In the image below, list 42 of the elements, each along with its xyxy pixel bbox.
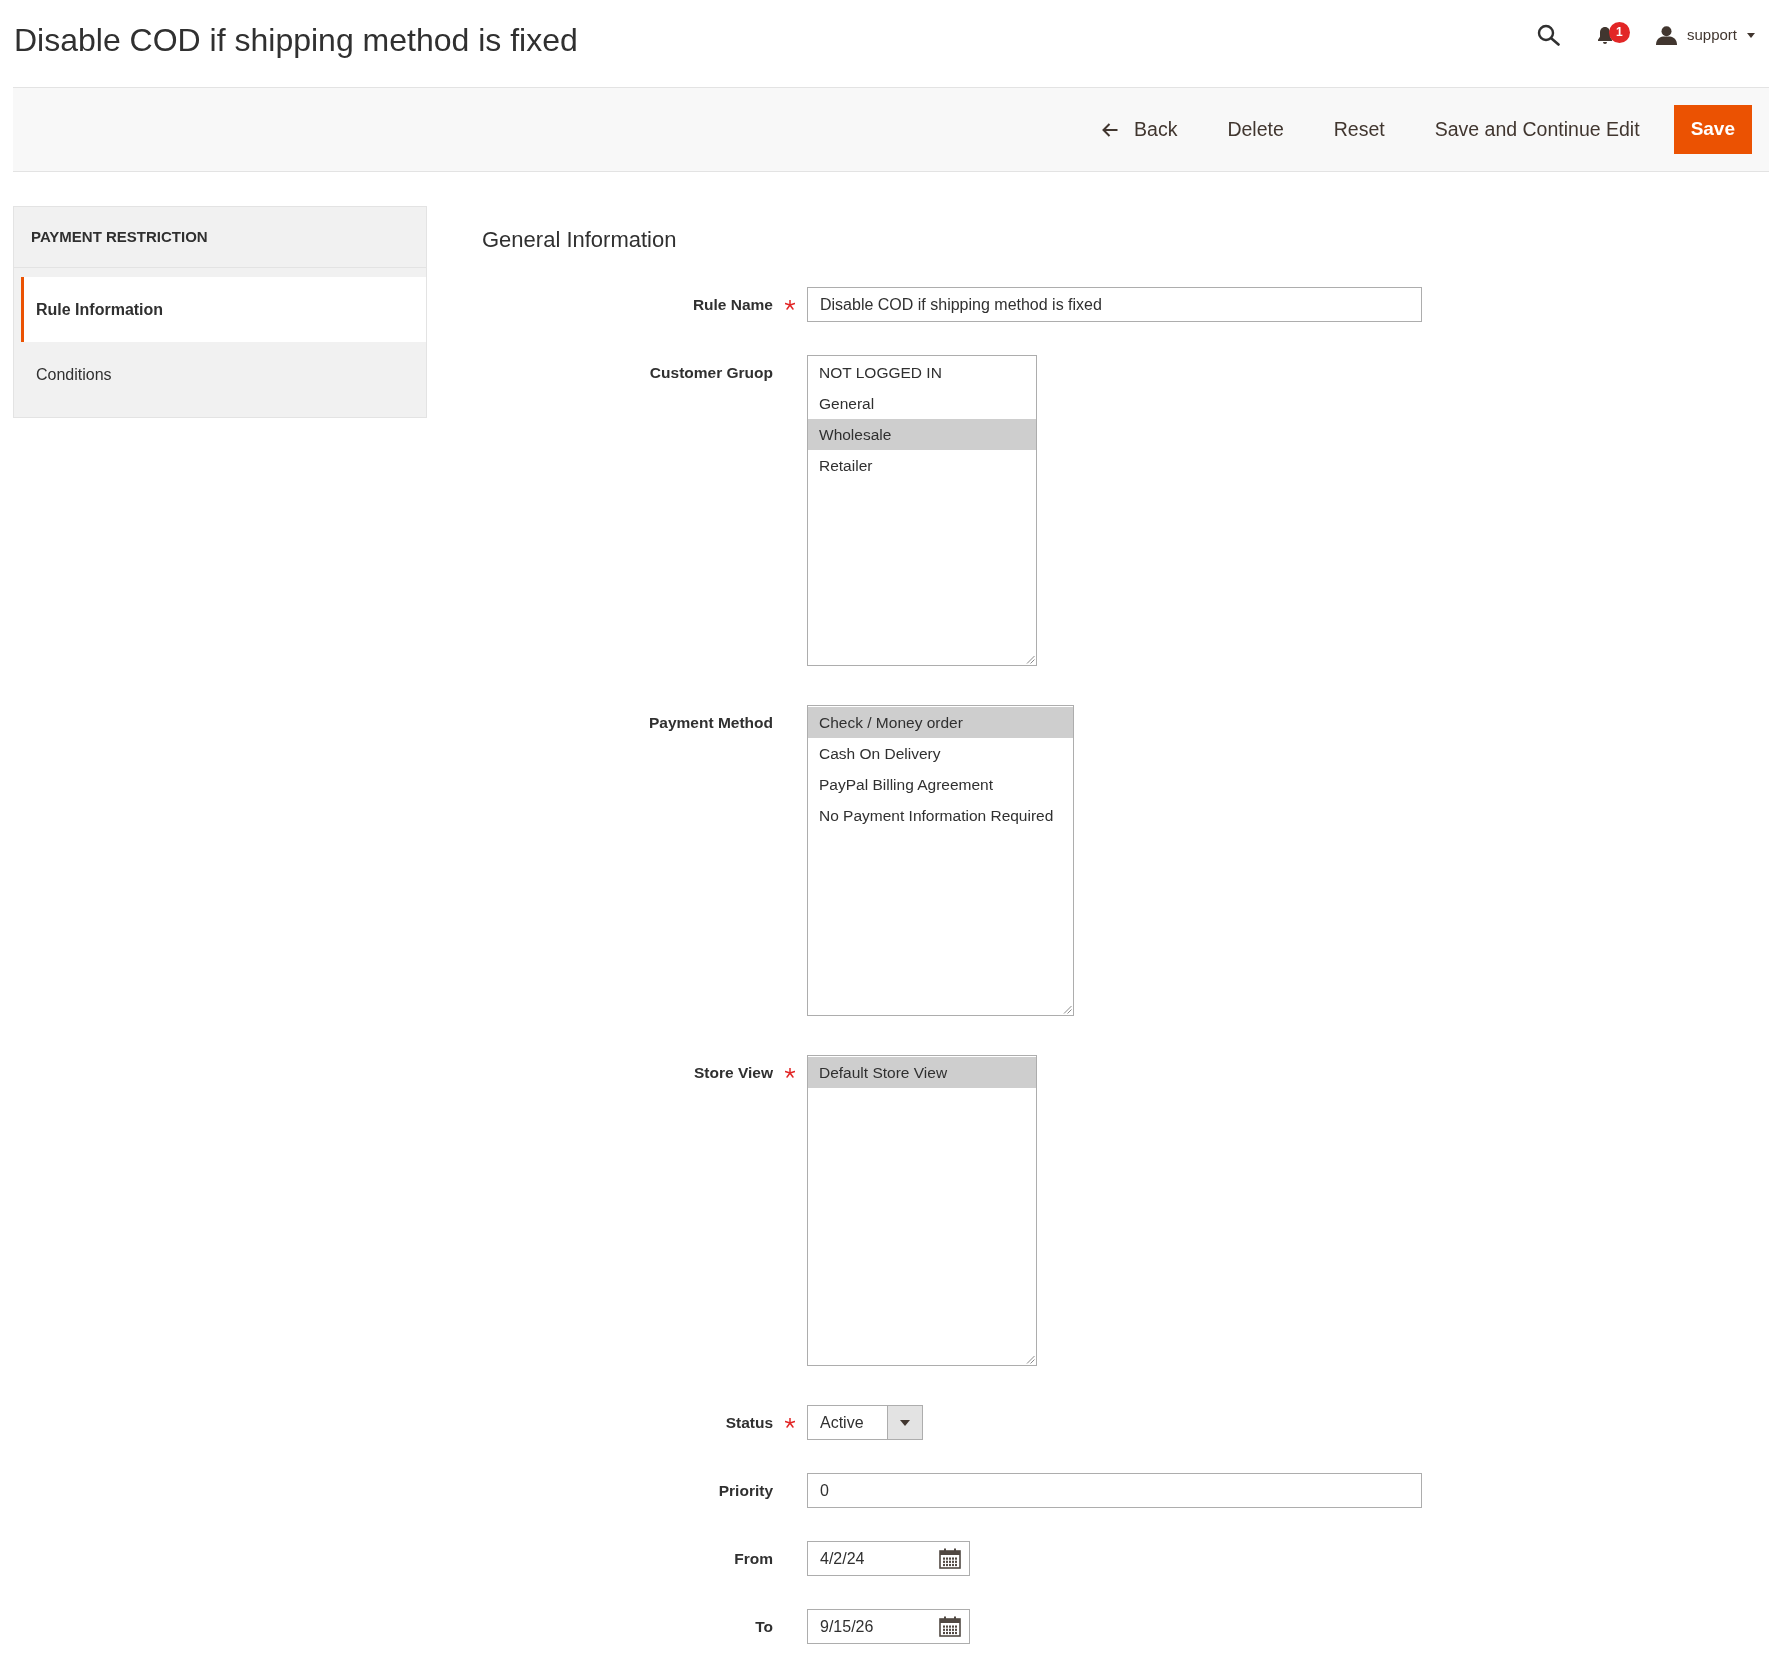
field-label: Store View [694, 1062, 773, 1083]
resize-handle-icon[interactable] [1026, 655, 1035, 664]
user-menu-button[interactable]: support [1655, 23, 1755, 47]
calendar-icon[interactable] [939, 1548, 961, 1569]
field-label: From [734, 1548, 773, 1569]
caret-icon [1747, 32, 1755, 38]
text-field[interactable]: Disable COD if shipping method is fixed [807, 287, 1422, 322]
date-field[interactable]: 4/2/24 [807, 1541, 970, 1576]
toolbar-button[interactable]: Reset [1317, 105, 1401, 154]
listbox-option[interactable]: Wholesale [808, 419, 1036, 450]
listbox[interactable]: Default Store View [807, 1055, 1037, 1366]
listbox[interactable]: Check / Money order Cash On Delivery PayPal Billing Agreement No Payment Information Required [807, 705, 1075, 1016]
date-field[interactable]: 9/15/26 [807, 1609, 970, 1644]
listbox-option[interactable]: Default Store View [808, 1057, 1036, 1088]
select-field[interactable]: Active [807, 1405, 923, 1440]
listbox[interactable]: NOT LOGGED IN General Wholesale Retailer [807, 355, 1037, 666]
calendar-icon[interactable] [939, 1616, 961, 1637]
resize-handle-icon[interactable] [1026, 1355, 1035, 1364]
save-button[interactable]: Save [1673, 105, 1752, 154]
text-field[interactable]: 0 [807, 1473, 1422, 1508]
arrow-left-icon [1102, 122, 1119, 137]
field-label: To [755, 1616, 773, 1637]
field-label: Customer Gruop [649, 362, 773, 383]
field-label: Payment Method [649, 712, 773, 733]
resize-handle-icon[interactable] [1063, 1005, 1073, 1014]
field-label: Priority [718, 1480, 773, 1501]
user-icon [1655, 25, 1677, 45]
toolbar-button[interactable]: Delete [1211, 105, 1300, 154]
notification-badge: 1 [1608, 21, 1630, 43]
bell-icon[interactable] [1596, 25, 1613, 45]
toolbar-button[interactable]: Save and Continue Edit [1418, 105, 1656, 154]
search-icon[interactable] [1536, 24, 1560, 46]
section-heading: General Information [482, 228, 678, 252]
caret-icon [900, 1419, 910, 1426]
field-label: Status [725, 1412, 773, 1433]
sidebar-tab[interactable]: Conditions [21, 342, 426, 407]
page-title: Disable COD if shipping method is fixed [14, 21, 578, 59]
back-button[interactable]: Back [1086, 105, 1194, 154]
sidebar-tab[interactable]: Rule Information [21, 277, 426, 342]
field-label: Rule Name [692, 294, 773, 315]
listbox-option[interactable]: Check / Money order [808, 707, 1074, 738]
sidebar-title: PAYMENT RESTRICTION [31, 226, 208, 247]
